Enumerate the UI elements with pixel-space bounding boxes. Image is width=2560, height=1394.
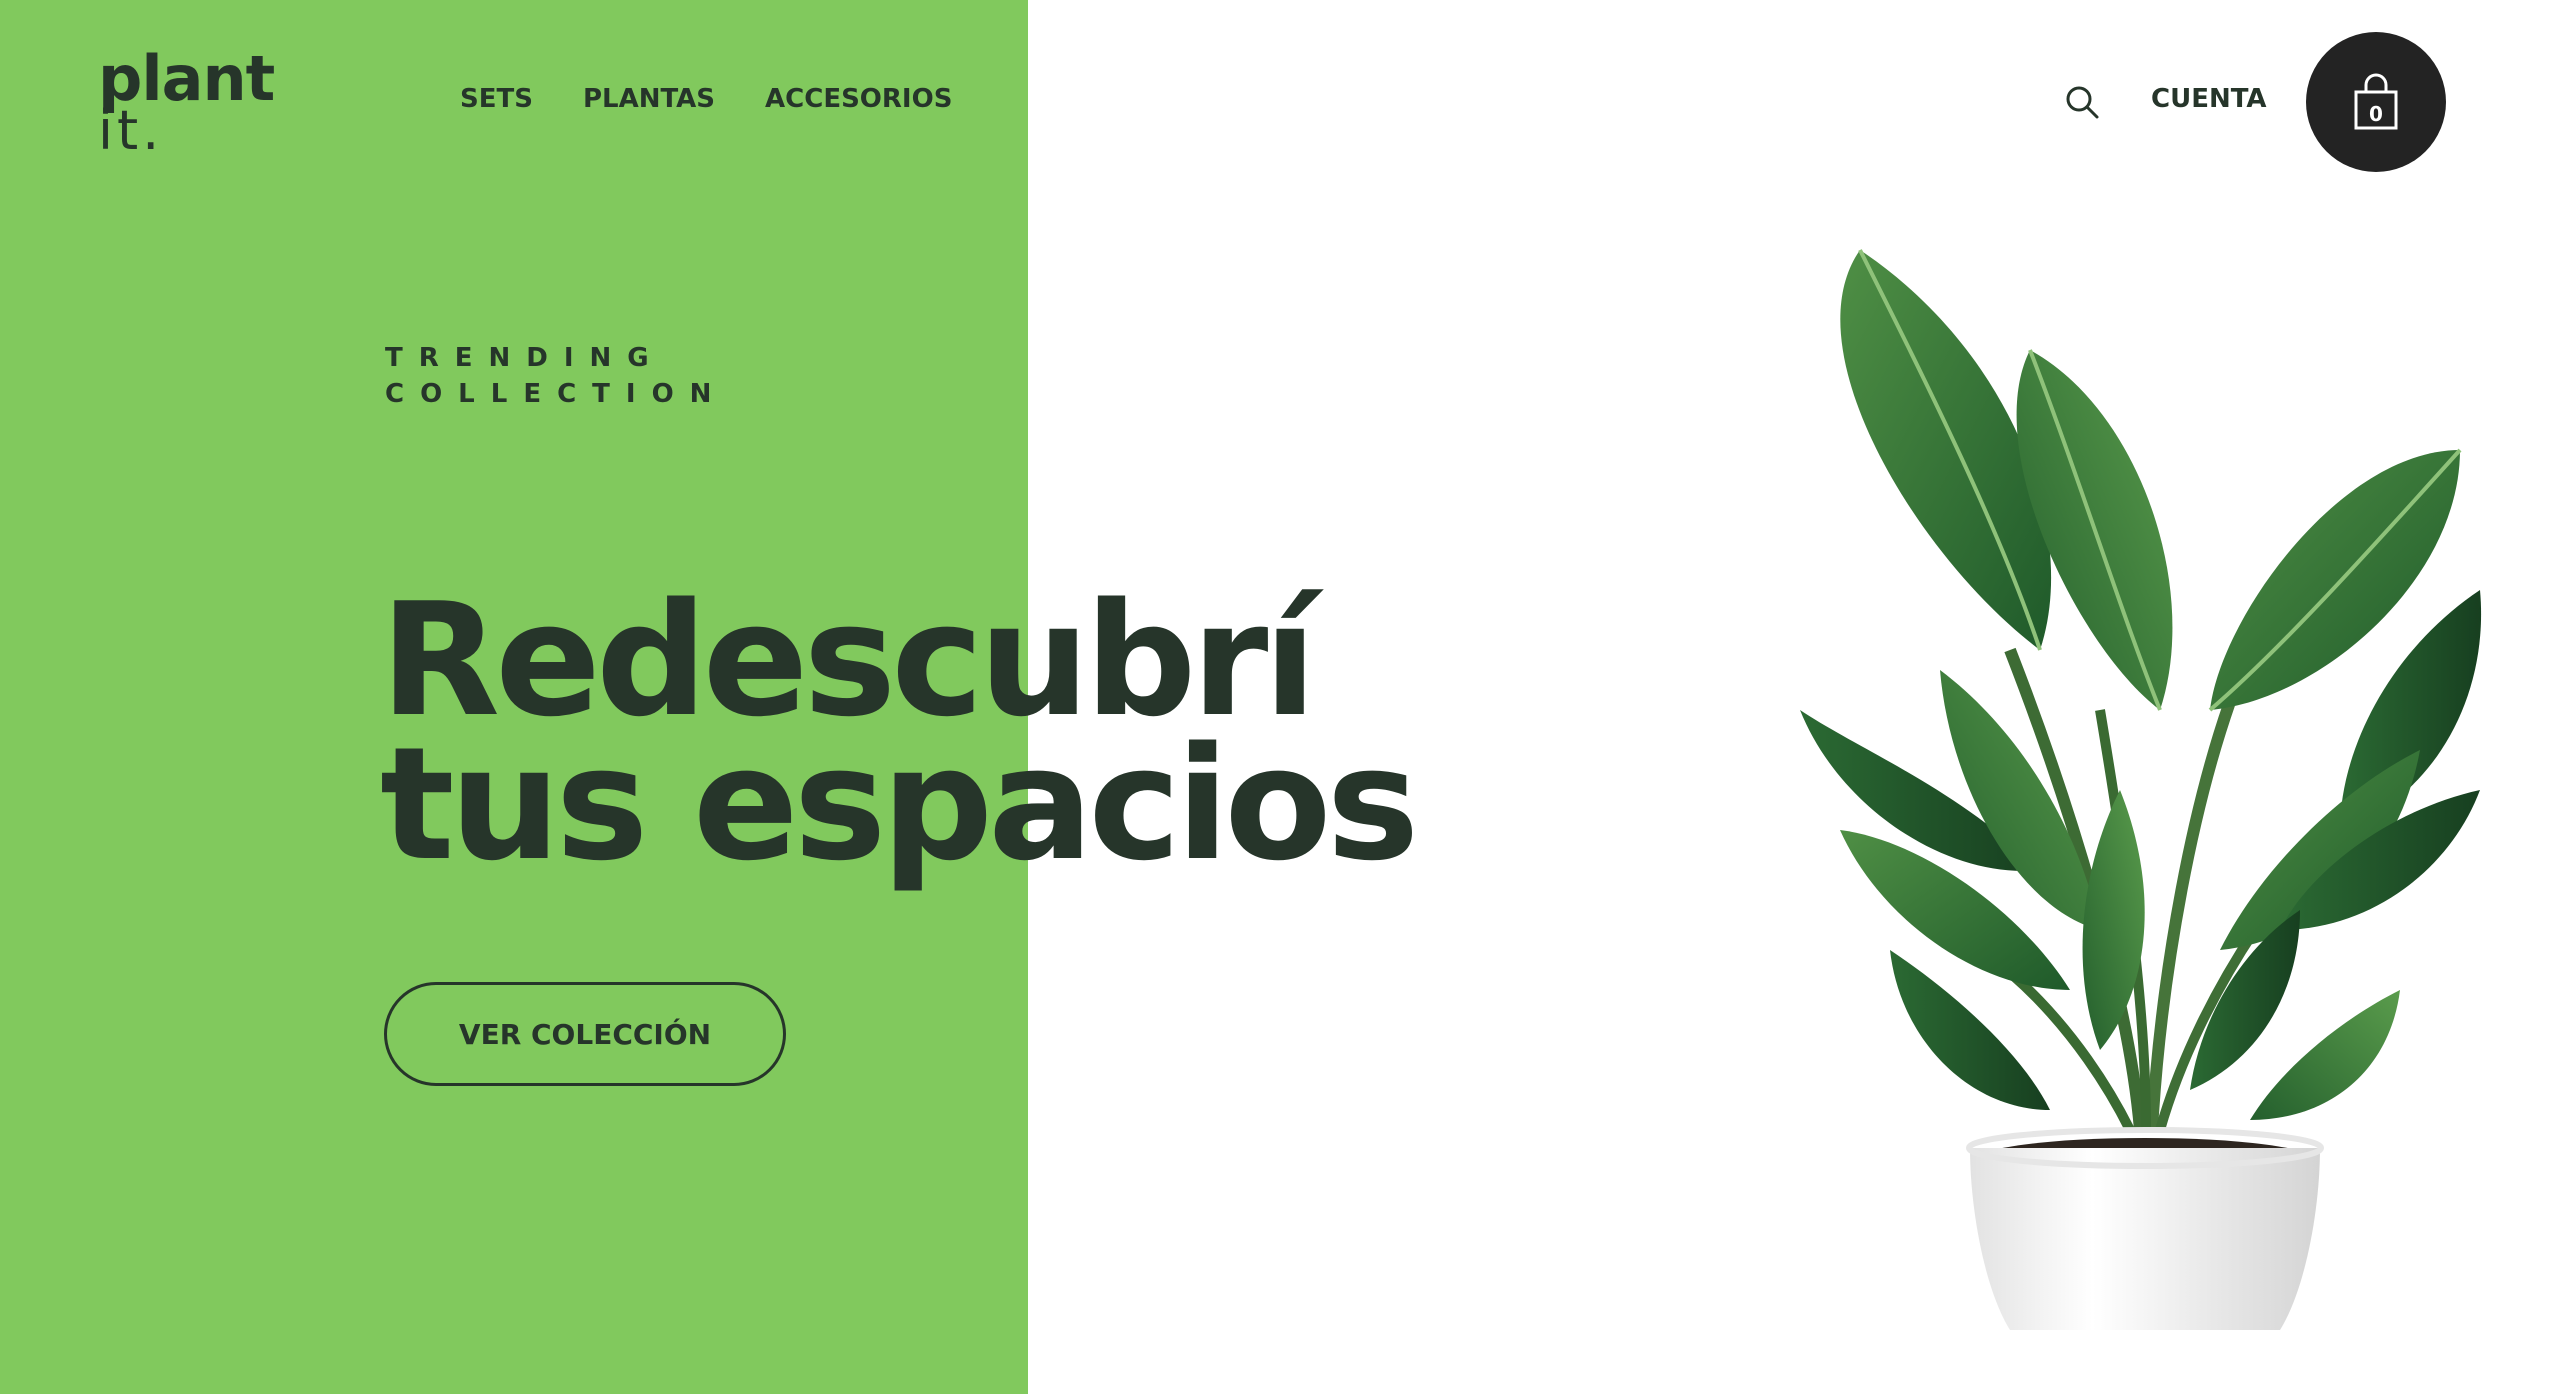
main-nav: SETS PLANTAS ACCESORIOS	[460, 84, 952, 114]
eyebrow-line-2: COLLECTION	[385, 379, 728, 409]
cart-button[interactable]: 0	[2306, 32, 2446, 172]
account-link[interactable]: CUENTA	[2151, 84, 2267, 114]
landing-page: plant it. SETS PLANTAS ACCESORIOS CUENTA…	[0, 0, 2560, 1394]
potted-plant-image	[1800, 249, 2482, 1330]
search-icon[interactable]	[2064, 84, 2100, 120]
nav-item-sets[interactable]: SETS	[460, 84, 533, 114]
hero-title: Redescubrí tus espacios	[380, 569, 1419, 895]
view-collection-button[interactable]: VER COLECCIÓN	[384, 982, 786, 1086]
hero-title-line-1: Redescubrí	[380, 569, 1317, 751]
nav-item-plantas[interactable]: PLANTAS	[583, 84, 715, 114]
hero-eyebrow: TRENDING COLLECTION	[385, 340, 727, 412]
hero-title-line-2: tus espacios	[380, 713, 1419, 895]
cart-count-badge: 0	[2369, 102, 2383, 126]
nav-item-accesorios[interactable]: ACCESORIOS	[765, 84, 952, 114]
eyebrow-line-1: TRENDING	[385, 343, 665, 373]
logo[interactable]: plant it.	[98, 48, 275, 158]
